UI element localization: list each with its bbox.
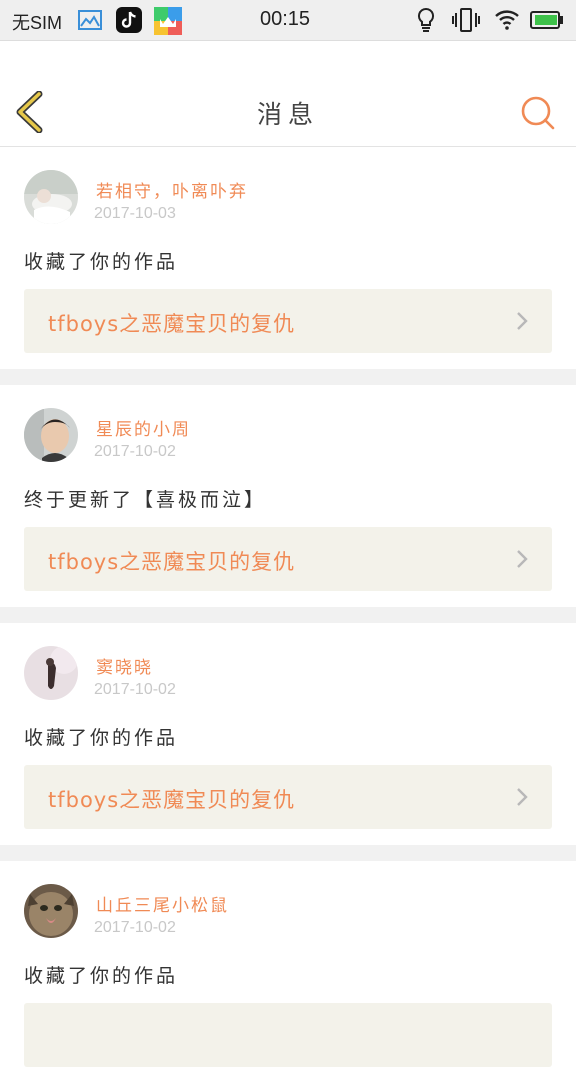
- message-date: 2017-10-03: [94, 205, 176, 222]
- vibrate-icon: [452, 8, 480, 32]
- avatar[interactable]: [24, 646, 78, 700]
- work-link-card[interactable]: tfboys之恶魔宝贝的复仇: [24, 289, 552, 353]
- app-store-icon: [154, 7, 182, 35]
- message-item[interactable]: 窦晓晓 2017-10-02 收藏了你的作品 tfboys之恶魔宝贝的复仇: [0, 623, 576, 845]
- message-item[interactable]: 若相守，卟离卟弃 2017-10-03 收藏了你的作品 tfboys之恶魔宝贝的…: [0, 147, 576, 369]
- status-bar: 无SIM 00:15: [0, 0, 576, 41]
- chevron-right-icon: [517, 550, 528, 568]
- work-title: tfboys之恶魔宝贝的复仇: [48, 312, 296, 336]
- wifi-icon: [495, 10, 519, 30]
- battery-icon: [530, 11, 563, 29]
- chevron-right-icon: [517, 312, 528, 330]
- avatar[interactable]: [24, 884, 78, 938]
- work-link-card[interactable]: tfboys之恶魔宝贝的复仇: [24, 765, 552, 829]
- work-title: tfboys之恶魔宝贝的复仇: [48, 788, 296, 812]
- avatar[interactable]: [24, 170, 78, 224]
- list-divider: [0, 607, 576, 623]
- message-username[interactable]: 星辰的小周: [96, 415, 191, 440]
- message-date: 2017-10-02: [94, 681, 176, 698]
- gallery-notification-icon: [78, 10, 102, 30]
- message-username[interactable]: 窦晓晓: [96, 653, 153, 678]
- page-title: 消息: [256, 100, 319, 129]
- work-title: tfboys之恶魔宝贝的复仇: [48, 550, 296, 574]
- message-username[interactable]: 山丘三尾小松鼠: [96, 891, 229, 916]
- message-text: 收藏了你的作品: [24, 965, 179, 987]
- search-icon[interactable]: [518, 93, 556, 131]
- avatar[interactable]: [24, 408, 78, 462]
- clock: 00:15: [260, 8, 311, 30]
- list-divider: [0, 845, 576, 861]
- chevron-right-icon: [517, 788, 528, 806]
- message-item[interactable]: 山丘三尾小松鼠 2017-10-02 收藏了你的作品: [0, 861, 576, 1083]
- nav-bar: 消息: [0, 41, 576, 147]
- message-username[interactable]: 若相守，卟离卟弃: [96, 177, 248, 202]
- work-link-card[interactable]: tfboys之恶魔宝贝的复仇: [24, 527, 552, 591]
- tiktok-app-icon: [116, 7, 142, 33]
- message-date: 2017-10-02: [94, 443, 176, 460]
- message-text: 收藏了你的作品: [24, 251, 179, 273]
- message-list: 若相守，卟离卟弃 2017-10-03 收藏了你的作品 tfboys之恶魔宝贝的…: [0, 147, 576, 1083]
- message-text: 收藏了你的作品: [24, 727, 179, 749]
- message-item[interactable]: 星辰的小周 2017-10-02 终于更新了【喜极而泣】 tfboys之恶魔宝贝…: [0, 385, 576, 607]
- bulb-icon: [417, 7, 435, 32]
- carrier-label: 无SIM: [12, 13, 63, 33]
- message-text: 终于更新了【喜极而泣】: [24, 489, 267, 511]
- message-date: 2017-10-02: [94, 919, 176, 936]
- work-link-card[interactable]: [24, 1003, 552, 1067]
- list-divider: [0, 369, 576, 385]
